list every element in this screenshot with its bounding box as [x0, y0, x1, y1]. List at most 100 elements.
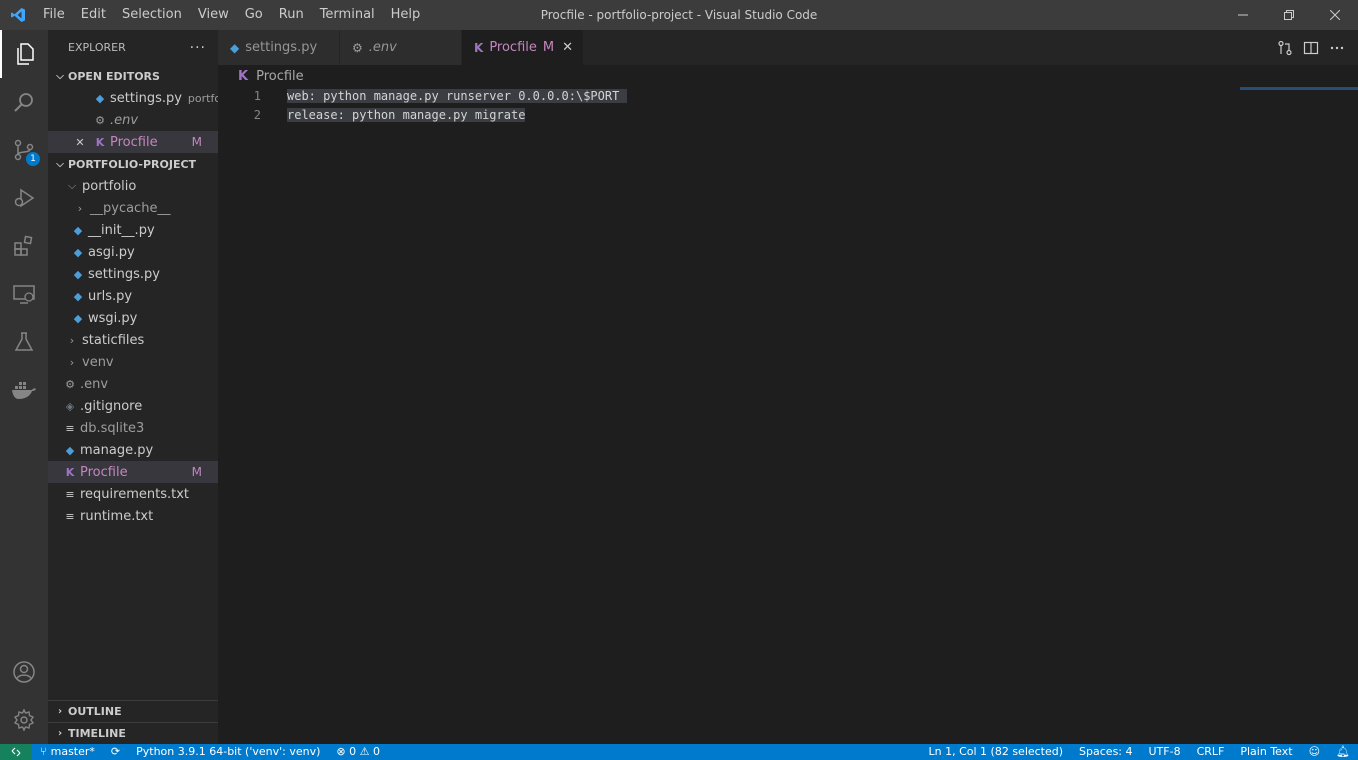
explorer-sidebar: EXPLORER ··· ⌵ OPEN EDITORS ◆ settings.p… [48, 30, 218, 744]
breadcrumb-file[interactable]: Procfile [256, 69, 304, 84]
tree-file[interactable]: ≡ db.sqlite3 [48, 417, 218, 439]
tree-file[interactable]: ◆ asgi.py [48, 241, 218, 263]
extensions-icon[interactable] [0, 222, 48, 270]
split-editor-icon[interactable] [1298, 35, 1324, 61]
tab-label: Procfile [489, 40, 537, 55]
tree-item-label: wsgi.py [88, 310, 138, 326]
minimap[interactable] [1240, 87, 1358, 90]
open-editor-description: portfolio [187, 91, 218, 105]
title-bar: File Edit Selection View Go Run Terminal… [0, 0, 1358, 30]
code-line[interactable]: 2 release: python manage.py migrate [218, 106, 1238, 125]
tree-folder[interactable]: › __pycache__ [48, 197, 218, 219]
tree-file[interactable]: ◈ .gitignore [48, 395, 218, 417]
code-editor[interactable]: 1 web: python manage.py runserver 0.0.0.… [218, 87, 1358, 744]
menu-bar: File Edit Selection View Go Run Terminal… [35, 0, 428, 30]
open-editor-item[interactable]: ⚙ .env [48, 109, 218, 131]
chevron-right-icon: › [57, 706, 63, 717]
tree-file[interactable]: ◆ __init__.py [48, 219, 218, 241]
breadcrumb[interactable]: K Procfile [218, 65, 1358, 87]
menu-selection[interactable]: Selection [114, 0, 190, 30]
line-ending[interactable]: CRLF [1189, 744, 1233, 760]
menu-file[interactable]: File [35, 0, 73, 30]
code-text: release: python manage.py migrate [287, 108, 526, 122]
remote-explorer-icon[interactable] [0, 270, 48, 318]
tree-item-label: urls.py [88, 288, 133, 304]
tree-file[interactable]: ◆ settings.py [48, 263, 218, 285]
tab-settings-py[interactable]: ◆ settings.py [218, 30, 340, 65]
open-editor-item[interactable]: ✕ K Procfile M [48, 131, 218, 153]
text-file-icon: ≡ [65, 421, 75, 435]
menu-run[interactable]: Run [271, 0, 312, 30]
python-file-icon: ◆ [73, 311, 83, 325]
source-control-icon[interactable]: 1 [0, 126, 48, 174]
tree-item-label: venv [82, 354, 114, 370]
python-file-icon: ◆ [230, 40, 240, 55]
menu-terminal[interactable]: Terminal [312, 0, 383, 30]
chevron-down-icon: ⌵ [67, 179, 77, 192]
remote-indicator-icon[interactable] [0, 744, 32, 760]
more-actions-icon[interactable] [1324, 35, 1350, 61]
tree-file[interactable]: ◆ urls.py [48, 285, 218, 307]
code-line[interactable]: 1 web: python manage.py runserver 0.0.0.… [218, 87, 1238, 106]
menu-go[interactable]: Go [237, 0, 271, 30]
more-actions-icon[interactable]: ··· [190, 40, 206, 56]
project-section[interactable]: ⌵ PORTFOLIO-PROJECT [48, 153, 218, 175]
run-debug-icon[interactable] [0, 174, 48, 222]
tree-file[interactable]: K Procfile M [48, 461, 218, 483]
open-editor-item[interactable]: ◆ settings.py portfolio [48, 87, 218, 109]
feedback-icon[interactable]: ☺ [1301, 744, 1328, 760]
open-editors-section[interactable]: ⌵ OPEN EDITORS [48, 65, 218, 87]
restore-button[interactable] [1266, 0, 1312, 30]
open-editor-name: .env [110, 112, 139, 128]
line-number: 2 [253, 108, 261, 122]
git-branch[interactable]: ⑂ master* [32, 744, 103, 760]
indentation[interactable]: Spaces: 4 [1071, 744, 1140, 760]
search-icon[interactable] [0, 78, 48, 126]
settings-gear-icon[interactable] [0, 696, 48, 744]
tree-file[interactable]: ◆ wsgi.py [48, 307, 218, 329]
activity-bar: 1 [0, 30, 48, 744]
code-text: web: python manage.py runserver 0.0.0.0:… [287, 89, 627, 103]
minimize-button[interactable] [1220, 0, 1266, 30]
accounts-icon[interactable] [0, 648, 48, 696]
branch-icon: ⑂ [40, 745, 47, 758]
docker-icon[interactable] [0, 366, 48, 414]
modified-badge: M [542, 40, 555, 55]
tree-file[interactable]: ⚙ .env [48, 373, 218, 395]
menu-edit[interactable]: Edit [73, 0, 114, 30]
tab-env[interactable]: ⚙ .env [340, 30, 462, 65]
problems-indicator[interactable]: ⊗ 0 ⚠ 0 [328, 744, 388, 760]
menu-help[interactable]: Help [383, 0, 429, 30]
explorer-icon[interactable] [0, 30, 48, 78]
notifications-bell-icon[interactable]: 🔔︎ [1328, 744, 1358, 760]
tree-file[interactable]: ≡ runtime.txt [48, 505, 218, 527]
open-changes-icon[interactable] [1272, 35, 1298, 61]
tab-label: .env [368, 40, 397, 55]
line-number: 1 [253, 89, 261, 103]
python-file-icon: ◆ [95, 91, 105, 105]
sync-icon[interactable]: ⟳ [103, 744, 128, 760]
gear-file-icon: ⚙ [65, 377, 75, 391]
close-window-button[interactable] [1312, 0, 1358, 30]
python-interpreter[interactable]: Python 3.9.1 64-bit ('venv': venv) [128, 744, 328, 760]
tree-file[interactable]: ≡ requirements.txt [48, 483, 218, 505]
encoding[interactable]: UTF-8 [1141, 744, 1189, 760]
close-icon[interactable]: ✕ [562, 40, 573, 55]
tree-folder[interactable]: ⌵ portfolio [48, 175, 218, 197]
tree-file[interactable]: ◆ manage.py [48, 439, 218, 461]
testing-flask-icon[interactable] [0, 318, 48, 366]
timeline-section[interactable]: › TIMELINE [48, 722, 218, 744]
close-icon[interactable]: ✕ [72, 136, 88, 149]
chevron-right-icon: › [69, 355, 75, 369]
tab-procfile[interactable]: K Procfile M ✕ [462, 30, 584, 65]
tree-folder[interactable]: › staticfiles [48, 329, 218, 351]
outline-section[interactable]: › OUTLINE [48, 700, 218, 722]
cursor-position[interactable]: Ln 1, Col 1 (82 selected) [920, 744, 1071, 760]
tree-item-label: manage.py [80, 442, 154, 458]
editor-actions [1272, 30, 1350, 65]
tree-folder[interactable]: › venv [48, 351, 218, 373]
language-mode[interactable]: Plain Text [1232, 744, 1300, 760]
open-editor-name: settings.py [110, 90, 182, 106]
menu-view[interactable]: View [190, 0, 237, 30]
project-label: PORTFOLIO-PROJECT [68, 157, 197, 171]
